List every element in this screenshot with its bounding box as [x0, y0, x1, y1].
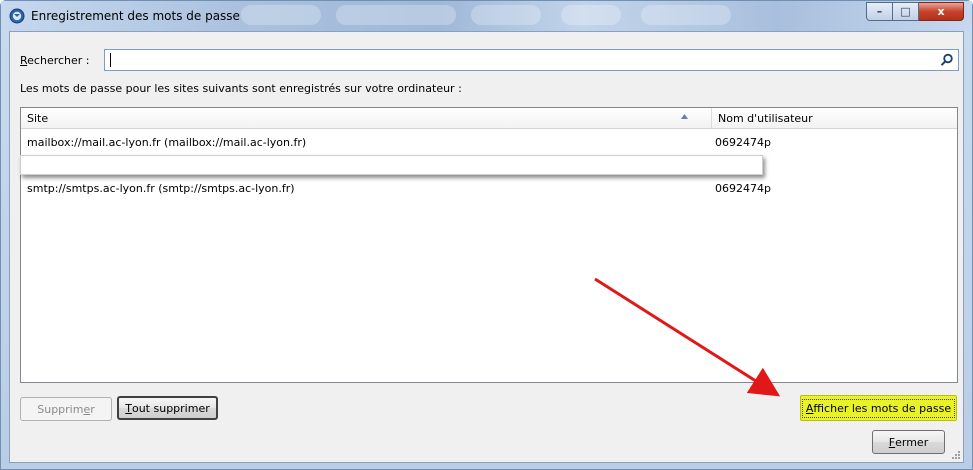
row-site: mailbox://mail.ac-lyon.fr (mailbox://mai… [27, 136, 307, 149]
title-bar-blur [336, 5, 456, 25]
delete-all-button[interactable]: Tout supprimer [117, 396, 218, 420]
info-text: Les mots de passe pour les sites suivant… [20, 82, 462, 95]
delete-button[interactable]: Supprim e r [20, 397, 112, 421]
search-icon[interactable] [940, 53, 954, 67]
thunderbird-icon [9, 8, 25, 24]
title-bar[interactable]: Enregistrement des mots de passe – □ x [1, 1, 972, 31]
search-input[interactable] [104, 49, 959, 71]
close-label: ermer [895, 435, 929, 449]
row-username: 0692474p [715, 136, 771, 149]
title-bar-blur [641, 5, 731, 25]
column-header-site[interactable]: Site [27, 112, 48, 125]
title-bar-blur [471, 5, 541, 25]
show-passwords-button[interactable]: Afficher les mots de passe [800, 395, 957, 421]
delete-label-post: r [90, 402, 95, 416]
delete-label-accel: e [83, 402, 91, 416]
row-site: smtp://smtps.ac-lyon.fr (smtp://smtps.ac… [27, 182, 295, 195]
window-title: Enregistrement des mots de passe [31, 9, 240, 23]
text-caret [110, 53, 111, 67]
sort-ascending-icon [681, 114, 688, 119]
redaction-box [20, 155, 763, 175]
delete-all-accel: T [125, 401, 132, 415]
list-row[interactable]: mailbox://mail.ac-lyon.fr (mailbox://mai… [21, 133, 957, 153]
show-passwords-focus: Afficher les mots de passe [801, 398, 956, 418]
resize-grip-icon[interactable] [951, 450, 961, 460]
caption-buttons: – □ x [866, 2, 964, 21]
show-passwords-label: fficher les mots de passe [813, 401, 952, 415]
password-list[interactable]: Site Nom d'utilisateur mailbox://mail.ac… [20, 107, 958, 383]
search-label-text: echercher : [27, 54, 90, 67]
title-bar-blur [561, 5, 621, 25]
minimize-button[interactable]: – [866, 2, 893, 21]
title-bar-blur [241, 5, 321, 25]
column-separator[interactable] [711, 108, 712, 128]
close-window-button[interactable]: x [919, 2, 964, 21]
row-username: 0692474p [715, 182, 771, 195]
list-row[interactable]: smtp://smtps.ac-lyon.fr (smtp://smtps.ac… [21, 179, 957, 199]
list-header: Site Nom d'utilisateur [21, 108, 957, 129]
delete-label-pre: Supprim [37, 402, 84, 416]
column-header-username[interactable]: Nom d'utilisateur [718, 112, 813, 125]
maximize-button[interactable]: □ [893, 2, 919, 21]
close-button[interactable]: Fermer [872, 430, 945, 454]
search-label: Rechercher : [20, 54, 90, 67]
delete-all-label: out supprimer [131, 401, 210, 415]
